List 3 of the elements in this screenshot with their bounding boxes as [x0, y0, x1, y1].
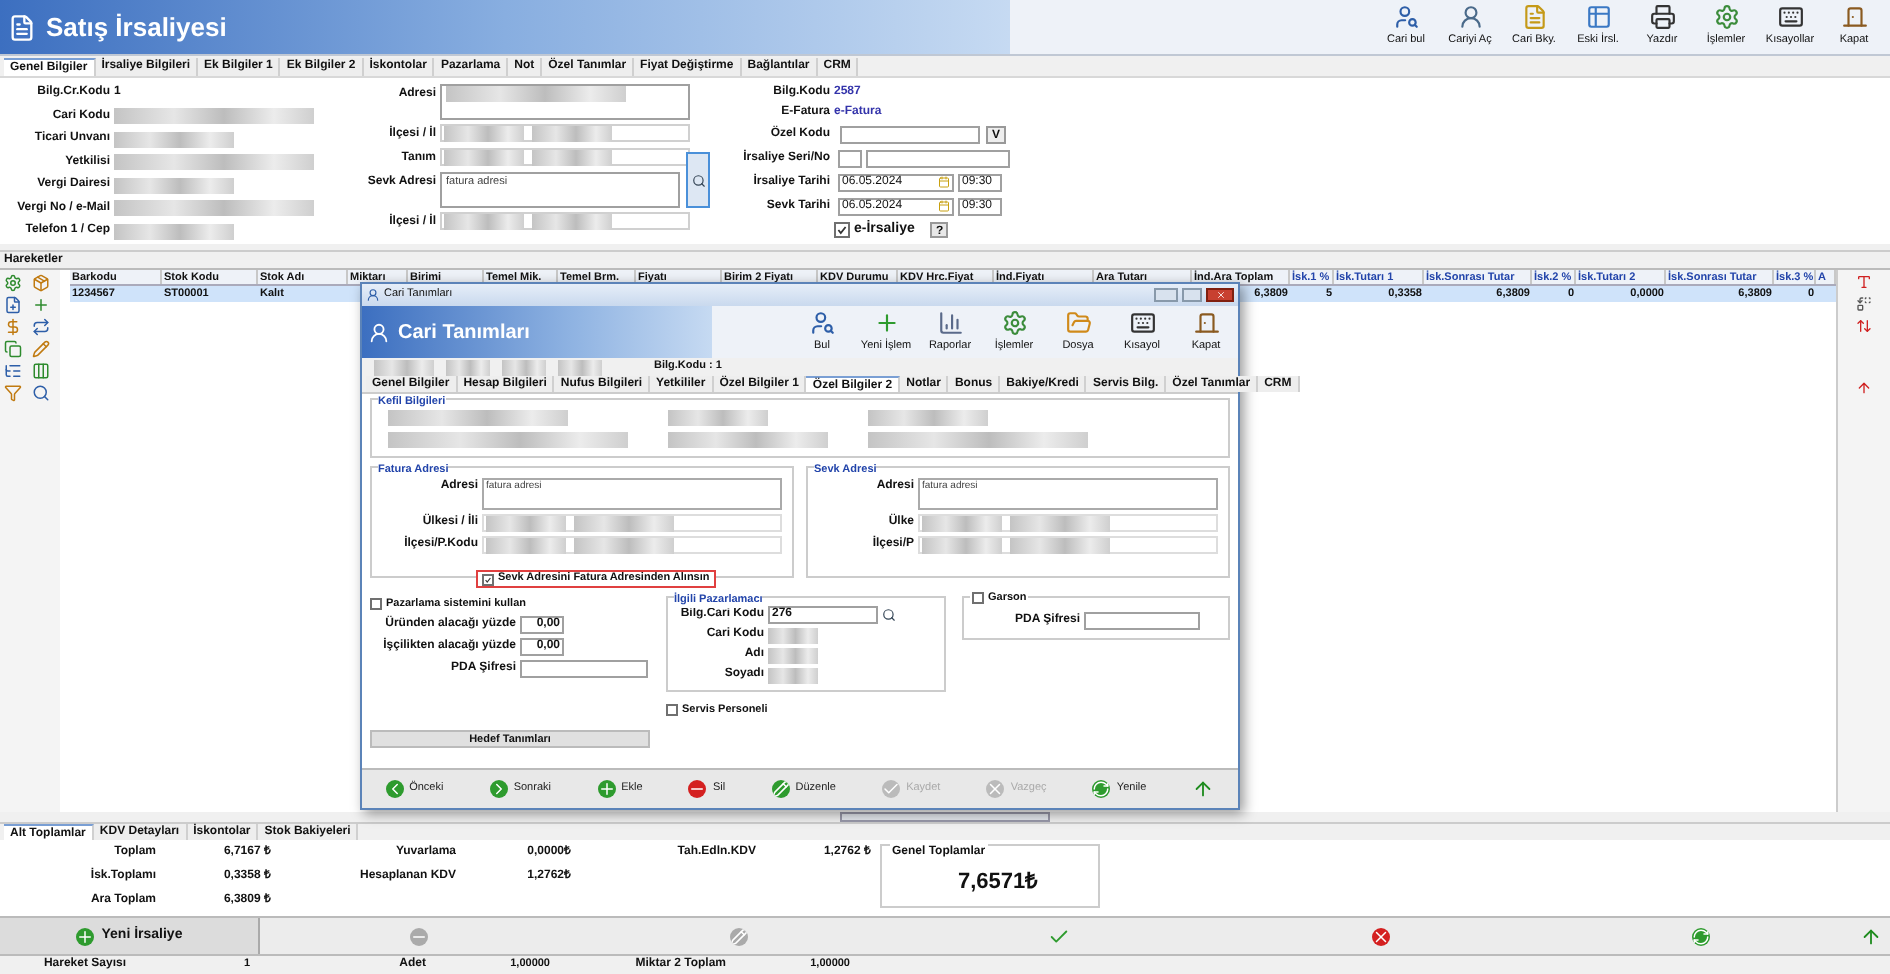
- dialog-heading: Cari Tanımları: [398, 319, 530, 347]
- grand-total-value: 7,6571₺: [958, 868, 1038, 898]
- window-title: Satış İrsaliyesi: [46, 9, 227, 46]
